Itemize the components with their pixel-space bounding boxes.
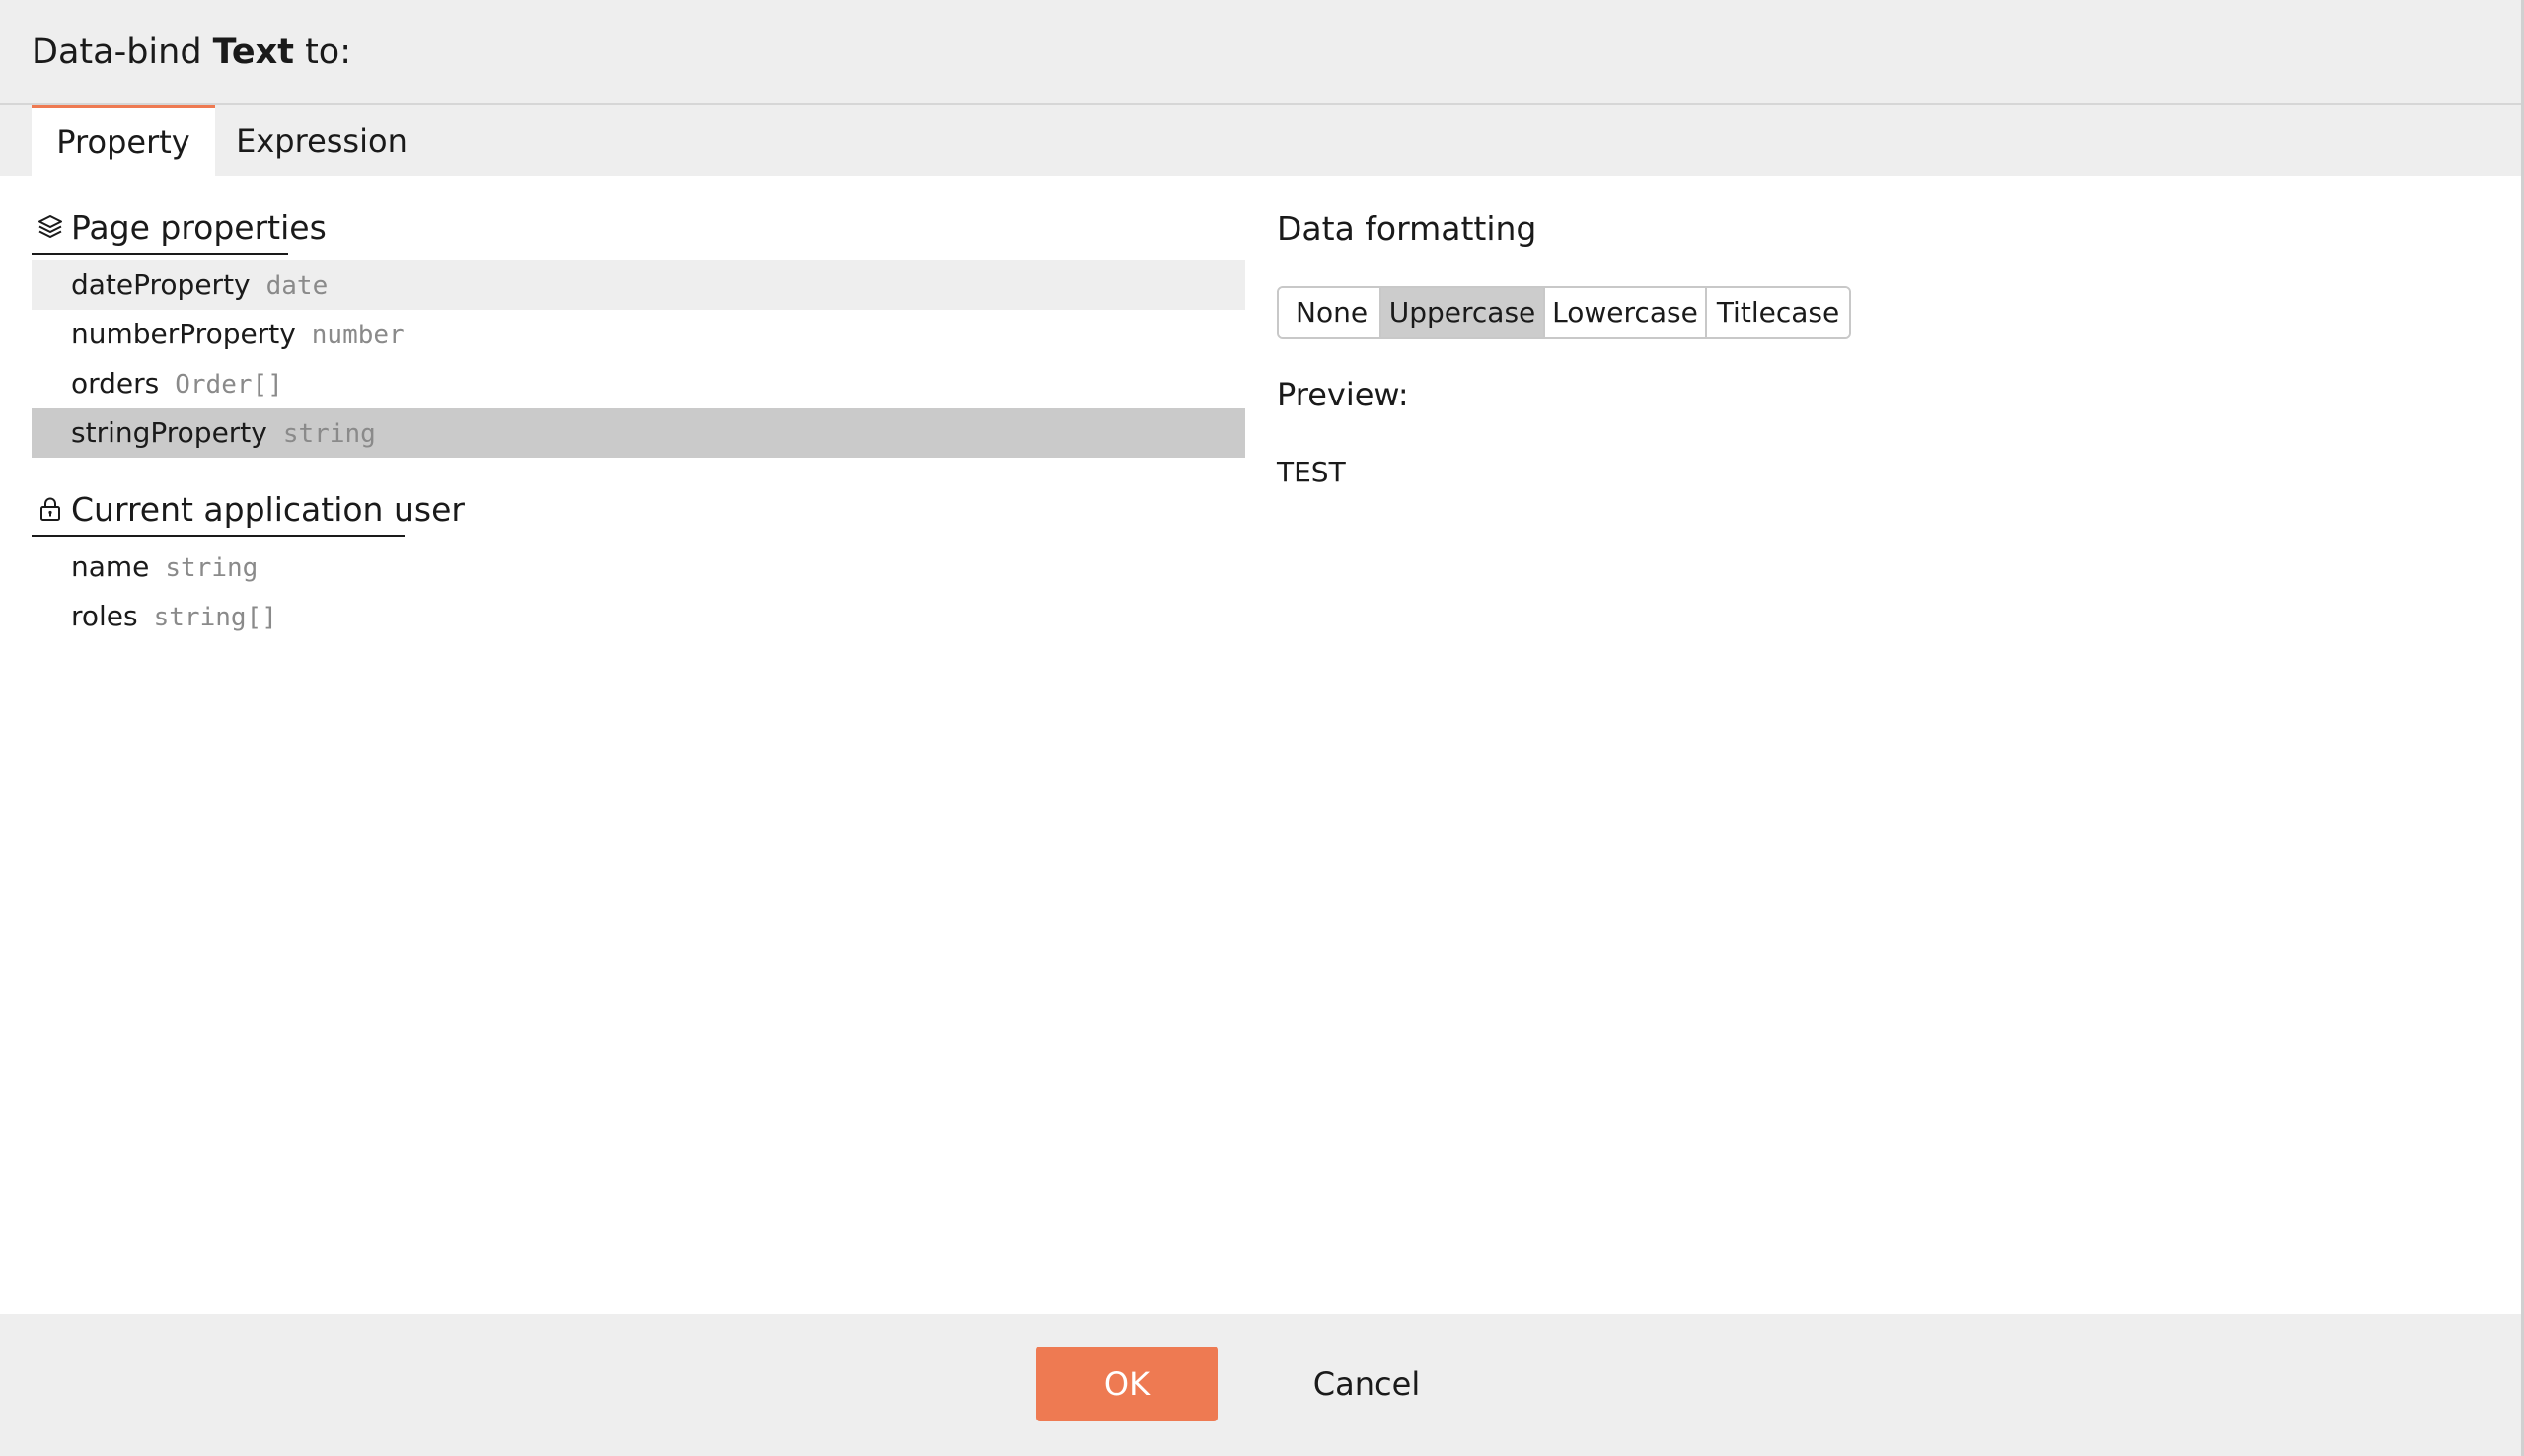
property-name: name [71,550,150,583]
page-properties-header: Page properties [32,203,327,255]
title-prefix: Data-bind [32,33,213,72]
lock-icon [37,495,64,523]
property-row-name[interactable]: name string [32,543,1245,592]
tab-expression[interactable]: Expression [215,105,428,176]
format-segmented-control: None Uppercase Lowercase Titlecase [1277,286,1851,339]
layers-icon [37,213,64,241]
dialog-title: Data-bind Text to: [32,0,351,105]
tab-property[interactable]: Property [32,105,215,176]
property-row-dateproperty[interactable]: dateProperty date [32,260,1245,310]
property-name: roles [71,600,138,632]
title-target: Text [212,33,294,72]
property-type: string [282,419,376,449]
data-formatting-title: Data formatting [1277,209,1537,248]
property-name: stringProperty [71,416,267,449]
dialog-header: Data-bind Text to: [0,0,2524,105]
property-name: orders [71,367,160,400]
tab-bar: Property Expression [0,105,2524,176]
property-row-orders[interactable]: orders Order[] [32,359,1245,408]
format-uppercase-button[interactable]: Uppercase [1381,288,1545,337]
current-user-title: Current application user [71,490,465,529]
title-suffix: to: [293,33,352,72]
preview-label: Preview: [1277,376,1409,413]
format-titlecase-button[interactable]: Titlecase [1707,288,1849,337]
property-type: date [265,271,329,301]
property-name: dateProperty [71,268,251,301]
property-row-numberproperty[interactable]: numberProperty number [32,310,1245,359]
property-type: string [165,553,259,583]
property-type: number [311,321,405,350]
data-bind-dialog: Data-bind Text to: Property Expression P… [0,0,2524,1456]
format-lowercase-button[interactable]: Lowercase [1545,288,1707,337]
property-row-stringproperty[interactable]: stringProperty string [32,408,1245,458]
format-none-button[interactable]: None [1279,288,1381,337]
current-user-header: Current application user [32,485,465,537]
dialog-footer: OK Cancel [0,1314,2524,1456]
property-type: Order[] [175,370,283,400]
preview-value: TEST [1277,456,1346,488]
ok-button[interactable]: OK [1036,1347,1218,1421]
property-name: numberProperty [71,318,296,350]
property-row-roles[interactable]: roles string[] [32,592,1245,641]
property-type: string[] [153,603,277,632]
cancel-button[interactable]: Cancel [1293,1347,1441,1421]
page-properties-title: Page properties [71,208,327,247]
